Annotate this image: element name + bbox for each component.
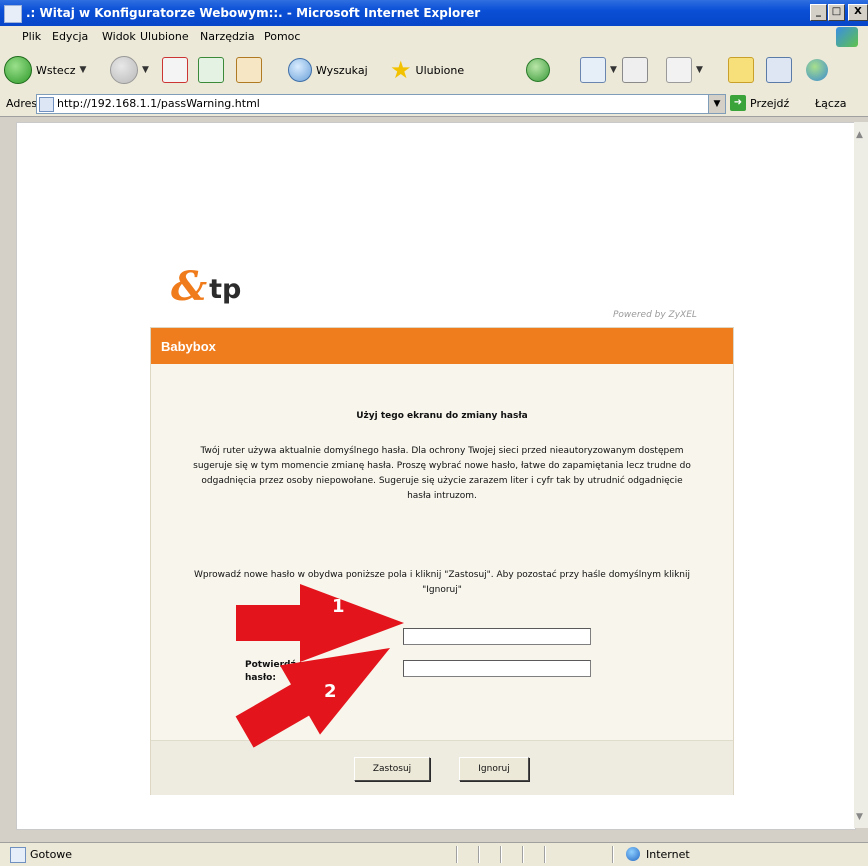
folder-icon [728,57,754,83]
folder-button[interactable] [728,54,754,86]
status-divider [522,846,523,863]
search-button[interactable]: Wyszukaj [288,54,368,86]
instruction-paragraph: Wprowadź nowe hasło w obydwa poniższe po… [194,570,690,595]
ignore-button[interactable]: Ignoruj [459,757,529,781]
status-divider [500,846,501,863]
back-arrow-icon [4,56,32,84]
security-zone-text: Internet [646,848,690,861]
messenger-button[interactable] [806,54,828,86]
home-icon [236,57,262,83]
mail-button[interactable]: ▼ [580,54,617,86]
back-button[interactable]: Wstecz ▼ [4,54,86,86]
password-panel: Babybox Użyj tego ekranu do zmiany hasła… [150,327,734,795]
go-arrow-icon: ➜ [730,95,746,111]
confirm-password-label-line2: hasło: [245,673,276,683]
star-icon: ★ [390,56,412,84]
scroll-down-icon[interactable]: ▼ [856,812,863,822]
minimize-button[interactable]: _ [810,4,827,21]
panel-header: Babybox [151,328,733,364]
menu-tools[interactable]: Narzędzia [200,30,255,43]
intro-paragraph: Twój ruter używa aktualnie domyślnego ha… [193,446,691,501]
confirm-password-label: Potwierdź nowe hasło: [245,659,326,685]
tp-logo: & tp [171,257,241,307]
close-button[interactable]: X [848,4,868,21]
go-label: Przejdź [750,96,790,110]
search-icon [288,58,312,82]
chevron-down-icon: ▼ [142,65,149,75]
chevron-down-icon: ▼ [610,65,617,75]
chevron-down-icon[interactable]: ▼ [708,95,725,113]
edit-icon [666,57,692,83]
forward-button[interactable]: ▼ [110,54,149,86]
status-divider [456,846,457,863]
confirm-password-input[interactable] [403,660,591,677]
stop-icon [162,57,188,83]
window-title-bar[interactable]: .: Witaj w Konfiguratorze Webowym::. - M… [0,0,868,26]
status-bar: Gotowe Internet [0,842,868,866]
page-heading: Użyj tego ekranu do zmiany hasła [356,411,528,421]
address-url: http://192.168.1.1/passWarning.html [57,97,260,110]
chevron-down-icon: ▼ [79,65,87,75]
home-button[interactable] [236,54,262,86]
page-viewport: & tp Powered by ZyXEL Babybox Użyj tego … [16,122,856,830]
research-button[interactable] [766,54,792,86]
favorites-button[interactable]: ★ Ulubione [390,54,464,86]
research-icon [766,57,792,83]
toolbar: Wstecz ▼ ▼ Wyszukaj ★ Ulubione ▼ ▼ [0,48,868,93]
refresh-button[interactable] [198,54,224,86]
windows-logo-icon [836,27,858,47]
status-divider [544,846,545,863]
scroll-up-icon[interactable]: ▲ [856,130,863,140]
panel-footer: Zastosuj Ignoruj [151,740,733,795]
new-password-label: Nowe hasło: [245,633,308,643]
mail-icon [580,57,606,83]
messenger-icon [806,59,828,81]
address-bar: Adres http://192.168.1.1/passWarning.htm… [0,92,868,117]
stop-button[interactable] [162,54,188,86]
search-label: Wyszukaj [316,63,368,77]
status-text: Gotowe [30,848,73,861]
menu-bar: Plik Edycja Widok Ulubione Narzędzia Pom… [0,26,868,49]
print-button[interactable] [622,54,648,86]
edit-button[interactable]: ▼ [666,54,703,86]
ie-page-icon [4,5,22,23]
panel-title: Babybox [161,339,216,354]
menu-favorites[interactable]: Ulubione [140,30,189,43]
apply-button[interactable]: Zastosuj [354,757,430,781]
links-button[interactable]: Łącza [815,97,847,110]
tp-logo-mark: & [171,263,208,310]
menu-view[interactable]: Widok [102,30,136,43]
go-button[interactable]: ➜ Przejdź [730,95,789,111]
chevron-down-icon: ▼ [696,65,703,75]
menu-help[interactable]: Pomoc [264,30,300,43]
tp-logo-text: tp [209,274,242,305]
history-button[interactable] [526,54,550,86]
status-divider [612,846,613,863]
history-icon [526,58,550,82]
print-icon [622,57,648,83]
new-password-input[interactable] [403,628,591,645]
page-icon [10,847,26,863]
back-label: Wstecz [36,63,76,77]
favorites-label: Ulubione [415,63,465,77]
forward-arrow-icon [110,56,138,84]
address-input[interactable]: http://192.168.1.1/passWarning.html ▼ [36,94,726,114]
window-title: .: Witaj w Konfiguratorze Webowym::. - M… [26,6,481,20]
maximize-button[interactable]: □ [828,4,845,21]
menu-edit[interactable]: Edycja [52,30,88,43]
internet-globe-icon [626,847,640,861]
menu-file[interactable]: Plik [22,30,41,43]
refresh-icon [198,57,224,83]
vertical-scrollbar[interactable]: ▲ ▼ [854,122,868,828]
status-divider [478,846,479,863]
address-label: Adres [6,97,38,110]
confirm-password-label-line1: Potwierdź nowe [245,660,326,670]
page-icon [39,97,54,112]
powered-by-text: Powered by ZyXEL [613,310,697,320]
